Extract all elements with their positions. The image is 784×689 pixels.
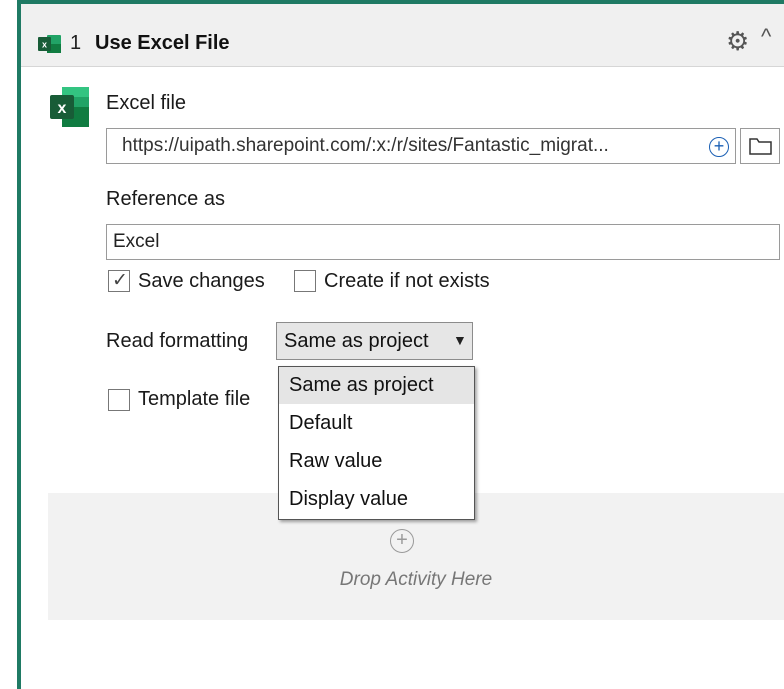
read-formatting-selected: Same as project (284, 330, 429, 352)
template-file-checkbox[interactable] (108, 389, 130, 411)
svg-text:x: x (58, 100, 67, 117)
browse-folder-button[interactable] (740, 128, 780, 164)
template-file-label: Template file (138, 388, 251, 410)
activity-index: 1 (70, 32, 82, 54)
create-if-not-exists-checkbox[interactable] (294, 270, 316, 292)
excel-file-path-input[interactable]: https://uipath.sharepoint.com/:x:/r/site… (106, 128, 736, 164)
add-activity-icon[interactable]: + (390, 529, 414, 553)
save-changes-checkbox[interactable]: ✓ (108, 270, 130, 292)
use-excel-file-activity: x 1 Use Excel File ⚙ ^ x Excel file http… (17, 0, 784, 689)
reference-as-value: Excel (113, 231, 160, 252)
dropdown-option-display-value[interactable]: Display value (279, 481, 474, 518)
add-plus-icon[interactable]: + (709, 137, 729, 157)
read-formatting-label: Read formatting (106, 330, 249, 352)
folder-icon (749, 138, 772, 155)
reference-as-input[interactable]: Excel (106, 224, 780, 260)
checkmark-icon: ✓ (112, 270, 128, 291)
read-formatting-select[interactable]: Same as project ▼ (276, 322, 473, 360)
dropdown-option-raw-value[interactable]: Raw value (279, 443, 474, 480)
collapse-chevron-icon[interactable]: ^ (761, 24, 771, 50)
excel-file-label: Excel file (106, 92, 187, 114)
dropdown-option-default[interactable]: Default (279, 405, 474, 442)
activity-title: Use Excel File (95, 32, 230, 54)
excel-logo-icon: x (50, 87, 89, 127)
dropdown-option-same-as-project[interactable]: Same as project (279, 367, 474, 404)
excel-icon: x (38, 35, 61, 53)
gear-icon[interactable]: ⚙ (726, 26, 749, 57)
drop-activity-text: Drop Activity Here (339, 569, 493, 590)
dropdown-arrow-icon: ▼ (453, 332, 467, 348)
create-if-not-exists-label: Create if not exists (324, 270, 490, 292)
reference-as-label: Reference as (106, 188, 225, 210)
activity-header[interactable]: x 1 Use Excel File ⚙ ^ (21, 4, 784, 67)
svg-text:x: x (42, 40, 47, 50)
excel-file-path-value: https://uipath.sharepoint.com/:x:/r/site… (122, 135, 609, 156)
save-changes-label: Save changes (138, 270, 265, 292)
read-formatting-dropdown: Same as project Default Raw value Displa… (278, 366, 475, 520)
